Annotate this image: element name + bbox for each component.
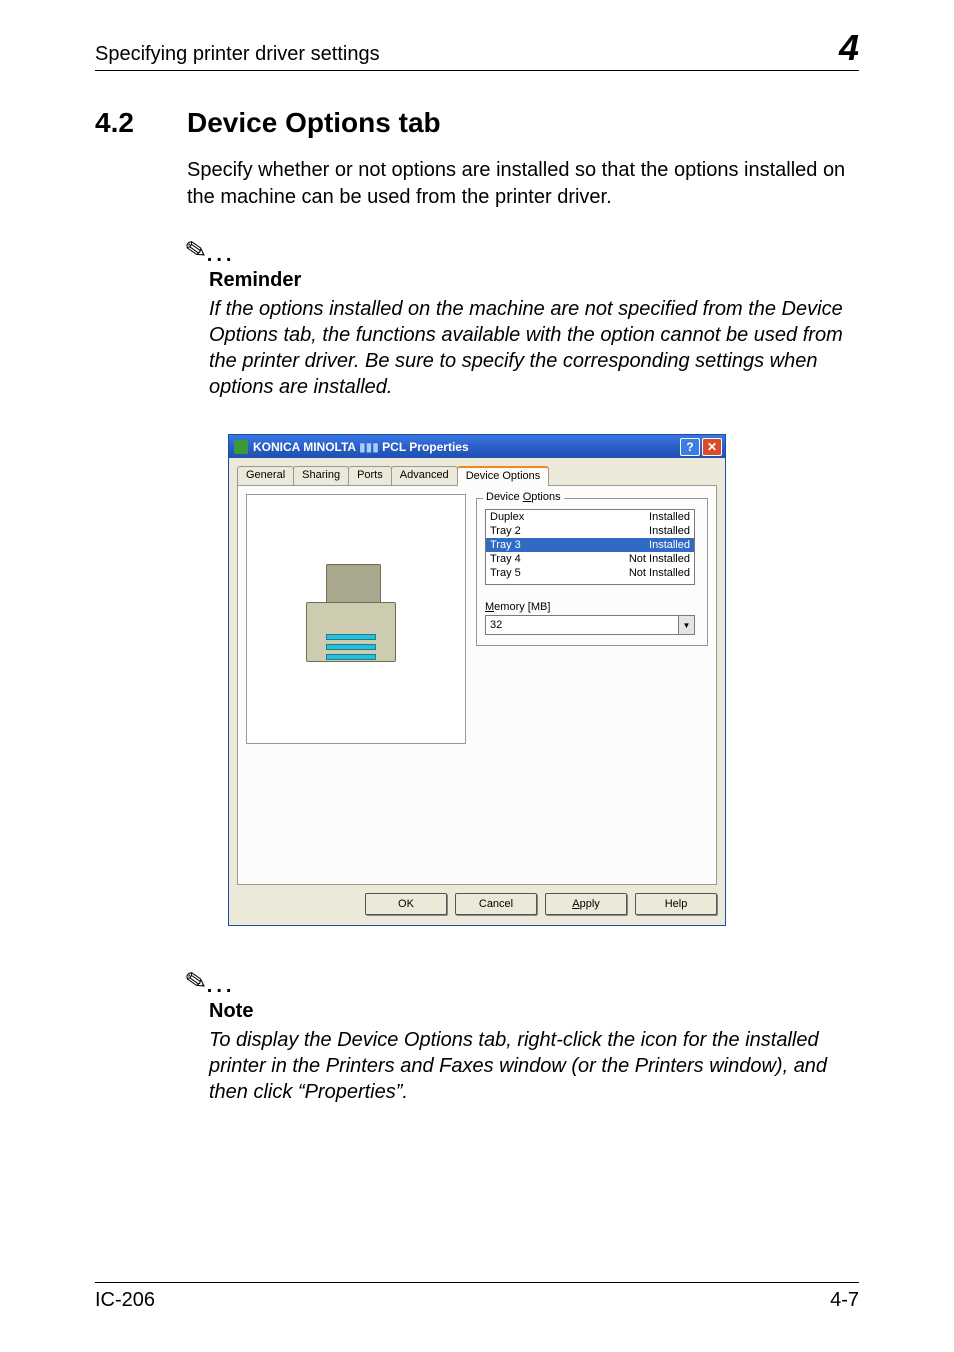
apply-button[interactable]: Apply bbox=[545, 893, 627, 915]
pencil-icon: ✎ bbox=[182, 964, 209, 998]
ellipsis-icon: ... bbox=[207, 244, 236, 266]
ellipsis-icon: ... bbox=[207, 975, 236, 997]
running-header-text: Specifying printer driver settings bbox=[95, 43, 380, 66]
tab-ports[interactable]: Ports bbox=[348, 466, 392, 486]
list-item[interactable]: Tray 5Not Installed bbox=[486, 566, 694, 580]
memory-label: Memory [MB] bbox=[485, 601, 699, 613]
running-header: Specifying printer driver settings 4 bbox=[95, 30, 859, 71]
dialog-buttons: OK Cancel Apply Help bbox=[229, 893, 725, 925]
app-icon bbox=[234, 440, 248, 454]
tab-body: Device Options DuplexInstalled Tray 2Ins… bbox=[237, 485, 717, 885]
reminder-body: If the options installed on the machine … bbox=[209, 296, 859, 400]
device-options-group: Device Options DuplexInstalled Tray 2Ins… bbox=[476, 498, 708, 646]
section-title: Device Options tab bbox=[187, 107, 441, 139]
footer-left: IC-206 bbox=[95, 1289, 155, 1312]
section-number: 4.2 bbox=[95, 107, 155, 139]
section-intro: Specify whether or not options are insta… bbox=[187, 157, 859, 211]
pencil-icon: ✎ bbox=[182, 233, 209, 267]
list-item[interactable]: Tray 4Not Installed bbox=[486, 552, 694, 566]
tab-strip: General Sharing Ports Advanced Device Op… bbox=[229, 458, 725, 486]
chapter-number: 4 bbox=[839, 30, 859, 66]
note-heading: Note bbox=[209, 1000, 859, 1023]
memory-value: 32 bbox=[486, 619, 678, 631]
page-footer: IC-206 4-7 bbox=[95, 1282, 859, 1312]
chevron-down-icon: ▼ bbox=[678, 616, 694, 634]
device-options-list[interactable]: DuplexInstalled Tray 2Installed Tray 3In… bbox=[485, 509, 695, 585]
title-bar: KONICA MINOLTA ▮▮▮ PCL Properties ? ✕ bbox=[229, 435, 725, 458]
reminder-callout: ✎... Reminder If the options installed o… bbox=[185, 235, 859, 400]
reminder-heading: Reminder bbox=[209, 269, 859, 292]
note-callout: ✎... Note To display the Device Options … bbox=[185, 966, 859, 1105]
list-item[interactable]: Tray 3Installed bbox=[486, 538, 694, 552]
help-button-bottom[interactable]: Help bbox=[635, 893, 717, 915]
window-title: KONICA MINOLTA ▮▮▮ PCL Properties bbox=[253, 440, 678, 454]
section-heading: 4.2 Device Options tab bbox=[95, 107, 859, 139]
footer-right: 4-7 bbox=[830, 1289, 859, 1312]
printer-icon bbox=[301, 564, 411, 674]
help-button[interactable]: ? bbox=[680, 438, 700, 456]
ok-button[interactable]: OK bbox=[365, 893, 447, 915]
close-button[interactable]: ✕ bbox=[702, 438, 722, 456]
tab-advanced[interactable]: Advanced bbox=[391, 466, 458, 486]
memory-dropdown[interactable]: 32 ▼ bbox=[485, 615, 695, 635]
properties-dialog: KONICA MINOLTA ▮▮▮ PCL Properties ? ✕ Ge… bbox=[228, 434, 726, 926]
note-body: To display the Device Options tab, right… bbox=[209, 1027, 859, 1105]
tab-device-options[interactable]: Device Options bbox=[457, 466, 550, 486]
printer-preview bbox=[246, 494, 466, 744]
cancel-button[interactable]: Cancel bbox=[455, 893, 537, 915]
tab-sharing[interactable]: Sharing bbox=[293, 466, 349, 486]
tab-general[interactable]: General bbox=[237, 466, 294, 486]
list-item[interactable]: DuplexInstalled bbox=[486, 510, 694, 524]
device-options-label: Device Options bbox=[483, 491, 564, 503]
list-item[interactable]: Tray 2Installed bbox=[486, 524, 694, 538]
